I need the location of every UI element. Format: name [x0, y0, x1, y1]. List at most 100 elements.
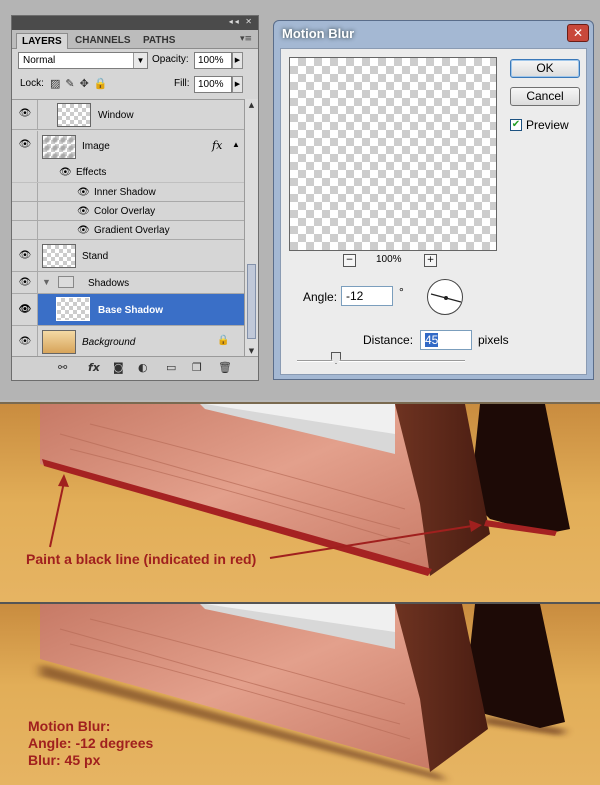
- panel-tabs: LAYERS CHANNELS PATHS ▾≡: [12, 30, 258, 49]
- link-icon[interactable]: ⚯: [58, 361, 67, 374]
- layers-scrollbar[interactable]: ▲ ▼: [244, 99, 258, 357]
- lock-icons[interactable]: ▨✎✥🔒: [50, 77, 113, 90]
- fill-label: Fill:: [174, 78, 190, 89]
- cancel-button[interactable]: Cancel: [510, 87, 580, 106]
- tab-channels[interactable]: CHANNELS: [70, 33, 136, 49]
- annotation-paint-line: Paint a black line (indicated in red): [26, 551, 256, 567]
- panel-titlebar: ◂◂ ✕: [12, 16, 258, 30]
- collapse-arrow-icon[interactable]: ▲: [232, 140, 240, 149]
- distance-slider-knob[interactable]: [331, 352, 341, 364]
- eye-icon[interactable]: 👁: [17, 277, 33, 289]
- effect-row-color-overlay[interactable]: 👁 Color Overlay: [12, 202, 244, 221]
- eye-cell: [12, 183, 38, 201]
- layer-name: Stand: [82, 251, 109, 262]
- effect-row-inner-shadow[interactable]: 👁 Inner Shadow: [12, 183, 244, 202]
- eye-cell: [12, 202, 38, 220]
- mask-icon[interactable]: ◙: [113, 361, 124, 374]
- angle-field[interactable]: -12: [341, 286, 393, 306]
- tab-paths[interactable]: PATHS: [138, 33, 180, 49]
- effect-row-gradient-overlay[interactable]: 👁 Gradient Overlay: [12, 221, 244, 240]
- new-layer-icon[interactable]: ❐: [192, 361, 202, 374]
- layer-thumbnail: [42, 135, 76, 159]
- layer-thumbnail: [42, 330, 76, 354]
- ok-button[interactable]: OK: [510, 59, 580, 78]
- blend-mode-select[interactable]: Normal ▼: [18, 52, 148, 69]
- layer-thumbnail: [42, 244, 76, 268]
- layer-name: Background: [82, 337, 136, 348]
- layer-row-background[interactable]: 👁 Background 🔒: [12, 326, 244, 358]
- distance-field[interactable]: 45: [420, 330, 472, 350]
- eye-icon[interactable]: 👁: [77, 187, 90, 198]
- layer-row-stand[interactable]: 👁 Stand: [12, 240, 244, 272]
- eye-icon[interactable]: 👁: [77, 225, 90, 236]
- opacity-label: Opacity:: [152, 54, 189, 65]
- eye-icon[interactable]: 👁: [17, 250, 33, 262]
- layer-row-base-shadow[interactable]: 👁 Base Shadow: [12, 294, 244, 326]
- scroll-thumb[interactable]: [247, 264, 256, 339]
- close-icon[interactable]: ✕: [567, 24, 589, 42]
- effects-label: Effects: [76, 167, 107, 178]
- frame-illustration-1: Paint a black line (indicated in red): [0, 404, 600, 602]
- dialog-title: Motion Blur: [282, 26, 355, 41]
- zoom-out-icon[interactable]: −: [343, 254, 356, 267]
- effect-name: Gradient Overlay: [94, 225, 170, 236]
- distance-value: 45: [425, 333, 439, 347]
- blend-row: Normal ▼ Opacity: 100% ▶: [12, 49, 258, 73]
- fx-icon[interactable]: fx: [212, 139, 222, 152]
- layer-name: Window: [98, 110, 134, 121]
- folder-icon: [58, 276, 74, 288]
- blend-mode-value: Normal: [23, 55, 56, 66]
- group-name: Shadows: [88, 278, 130, 289]
- layers-panel: ◂◂ ✕ LAYERS CHANNELS PATHS ▾≡ Normal ▼ O…: [11, 15, 259, 381]
- scene-motion-blur-result: Motion Blur: Angle: -12 degrees Blur: 45…: [0, 602, 600, 785]
- scroll-up-icon[interactable]: ▲: [245, 101, 258, 109]
- eye-icon[interactable]: 👁: [17, 108, 33, 120]
- opacity-field[interactable]: 100%: [194, 52, 232, 69]
- folder-icon[interactable]: ▭: [166, 361, 176, 374]
- lock-row: Lock: ▨✎✥🔒 Fill: 100% ▶: [12, 73, 258, 97]
- layer-name: Image: [82, 141, 110, 152]
- trash-icon[interactable]: 🗑: [218, 361, 232, 374]
- panel-collapse-icon[interactable]: ◂◂ ✕: [229, 17, 254, 26]
- layer-list: 👁 Window 👁 Image fx ▲ 👁 Effects 👁 Inner …: [12, 99, 244, 358]
- tab-layers[interactable]: LAYERS: [16, 33, 68, 49]
- angle-label: Angle:: [303, 290, 338, 304]
- layer-row-image[interactable]: 👁 Image fx ▲: [12, 131, 244, 163]
- eye-icon[interactable]: 👁: [77, 206, 90, 217]
- layer-name: Base Shadow: [98, 305, 164, 316]
- effects-row[interactable]: 👁 Effects: [12, 163, 244, 183]
- layer-row-window[interactable]: 👁 Window: [12, 100, 244, 130]
- preview-area[interactable]: [289, 57, 497, 251]
- preview-checkbox[interactable]: ✔: [510, 119, 522, 131]
- scroll-down-icon[interactable]: ▼: [245, 347, 258, 355]
- chevron-down-icon: ▼: [133, 53, 147, 68]
- lock-label: Lock:: [20, 78, 44, 89]
- zoom-in-icon[interactable]: +: [424, 254, 437, 267]
- motion-blur-dialog: Motion Blur ✕ OK Cancel ✔ Preview − 100%…: [273, 20, 594, 380]
- eye-icon[interactable]: 👁: [17, 336, 33, 348]
- fill-arrow-icon[interactable]: ▶: [232, 76, 243, 93]
- effect-name: Inner Shadow: [94, 187, 156, 198]
- angle-value: -12: [346, 289, 364, 303]
- eye-icon[interactable]: 👁: [17, 304, 33, 316]
- distance-label: Distance:: [363, 333, 414, 347]
- group-row-shadows[interactable]: 👁 ▼ Shadows: [12, 272, 244, 294]
- motion-blur-annotation: Motion Blur: Angle: -12 degrees Blur: 45…: [28, 718, 153, 769]
- adjustment-icon[interactable]: ◐: [138, 361, 148, 374]
- layer-thumbnail: [57, 103, 91, 127]
- angle-dial[interactable]: [427, 279, 463, 315]
- angle-dial-indicator: [430, 293, 462, 303]
- eye-icon[interactable]: 👁: [59, 167, 72, 178]
- preview-label: Preview: [526, 118, 569, 132]
- scene-paint-line: Paint a black line (indicated in red): [0, 402, 600, 602]
- effect-name: Color Overlay: [94, 206, 156, 217]
- fill-field[interactable]: 100%: [194, 76, 232, 93]
- eye-cell: [12, 221, 38, 239]
- panel-menu-icon[interactable]: ▾≡: [240, 34, 252, 44]
- opacity-arrow-icon[interactable]: ▶: [232, 52, 243, 69]
- distance-slider-track[interactable]: [297, 360, 465, 362]
- fx-menu-icon[interactable]: fx: [88, 361, 100, 374]
- expand-arrow-icon[interactable]: ▼: [42, 277, 51, 287]
- angle-unit: °: [399, 285, 404, 299]
- eye-icon[interactable]: 👁: [17, 139, 33, 151]
